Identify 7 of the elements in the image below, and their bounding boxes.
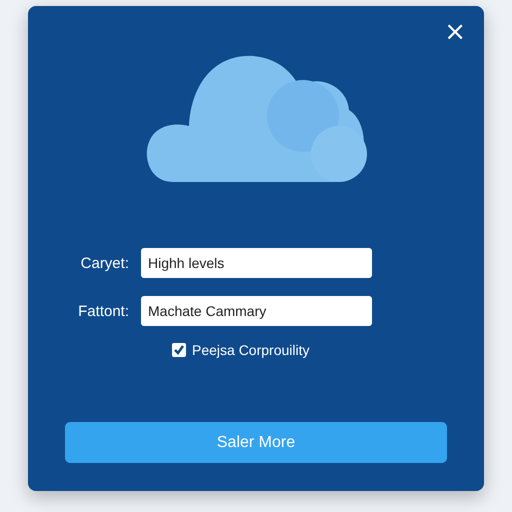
field-label: Caryet:: [80, 254, 129, 272]
text-input[interactable]: Highh levels: [141, 248, 372, 278]
field-label: Fattont:: [77, 302, 129, 320]
text-input[interactable]: Machate Cammary: [141, 296, 372, 326]
close-button[interactable]: ×: [440, 20, 470, 44]
checkbox[interactable]: [172, 343, 186, 357]
checkbox-label: Peejsa Corprouility: [192, 342, 310, 358]
